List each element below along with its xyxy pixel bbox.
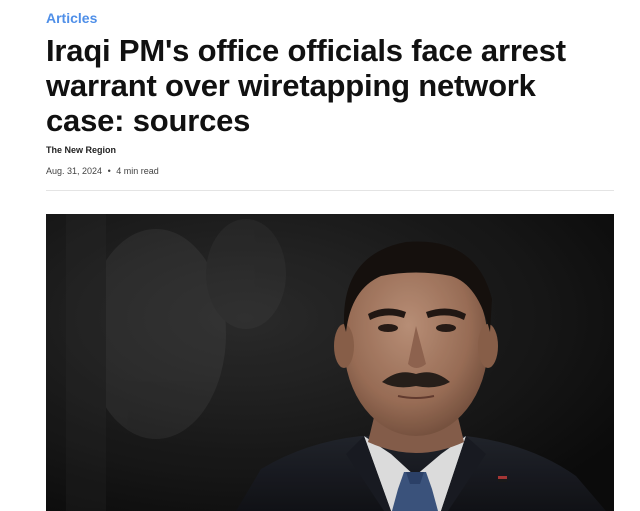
article-meta: Aug. 31, 2024 • 4 min read — [46, 166, 159, 176]
article-source[interactable]: The New Region — [46, 145, 116, 155]
hero-image — [46, 214, 614, 511]
article-page: Articles Iraqi PM's office officials fac… — [0, 0, 640, 511]
header-divider — [46, 190, 614, 191]
article-headline: Iraqi PM's office officials face arrest … — [46, 33, 566, 138]
publish-date: Aug. 31, 2024 — [46, 166, 103, 176]
read-time: 4 min read — [116, 166, 159, 176]
hero-portrait-illustration — [46, 214, 614, 511]
category-link[interactable]: Articles — [46, 10, 97, 26]
meta-separator: • — [107, 166, 111, 176]
